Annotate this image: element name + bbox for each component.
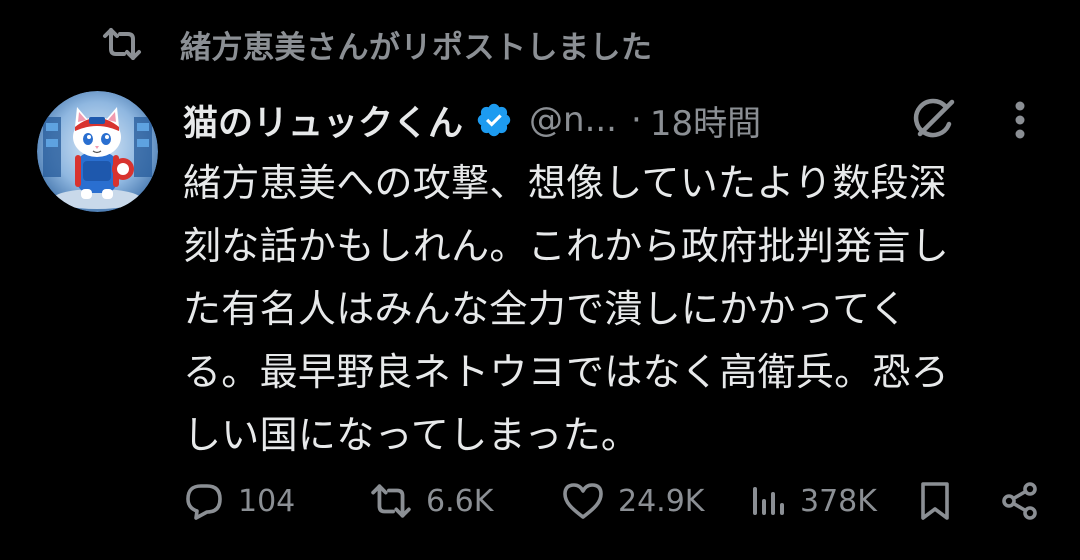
repost-icon [370, 483, 412, 519]
avatar[interactable] [37, 91, 158, 212]
more-dots-icon[interactable] [1000, 95, 1040, 145]
like-button[interactable]: 24.9K [562, 476, 704, 526]
tweet-header: 猫のリュックくん @n... · 18時間 [183, 96, 761, 144]
repost-banner[interactable]: 緒方恵美さんがリポストしました [100, 22, 653, 66]
timestamp[interactable]: 18時間 [650, 96, 761, 145]
reply-button[interactable]: 104 [184, 476, 295, 526]
author-handle[interactable]: @n... [529, 100, 617, 140]
author-display-name[interactable]: 猫のリュックくん [183, 95, 463, 146]
views-count: 378K [800, 483, 877, 519]
bookmark-button[interactable] [918, 476, 952, 526]
repost-icon [100, 22, 144, 66]
separator-dot: · [631, 100, 642, 140]
repost-banner-text: 緒方恵美さんがリポストしました [180, 29, 653, 66]
like-count: 24.9K [618, 483, 705, 519]
analytics-icon [750, 483, 786, 519]
share-icon [1000, 481, 1040, 521]
reply-icon [184, 481, 224, 521]
tweet-actions: 104 6.6K 24.9K 378K [180, 476, 1050, 526]
repost-button[interactable]: 6.6K [370, 476, 493, 526]
bookmark-icon [918, 481, 952, 521]
repost-count: 6.6K [426, 483, 494, 519]
reply-count: 104 [238, 483, 296, 519]
verified-badge-icon[interactable] [475, 100, 515, 140]
views-button[interactable]: 378K [750, 476, 877, 526]
share-button[interactable] [1000, 476, 1040, 526]
grok-icon[interactable] [905, 95, 961, 145]
heart-icon [562, 482, 604, 520]
tweet-text: 緒方恵美への攻撃、想像していたより数段深 刻な話かもしれん。これから政府批判発言… [183, 161, 950, 457]
